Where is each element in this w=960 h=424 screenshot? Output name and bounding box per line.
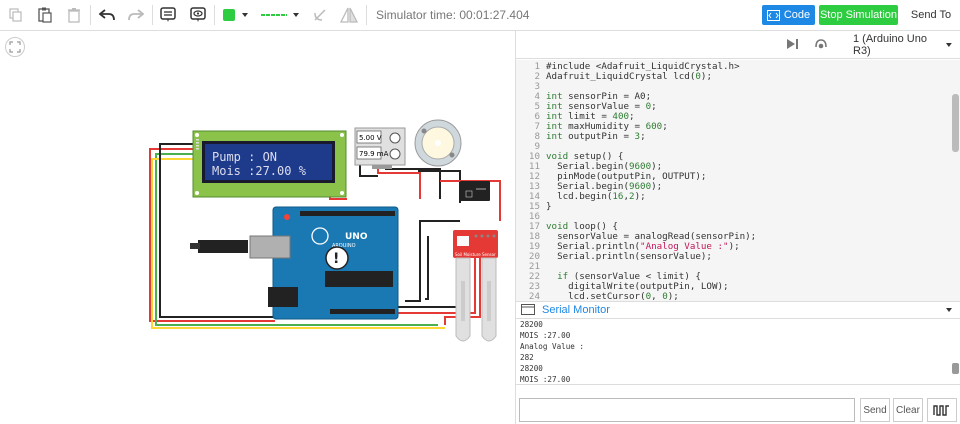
wire-line-icon [260, 14, 287, 16]
dc-motor [414, 119, 462, 167]
chevron-down-icon [242, 13, 248, 17]
serial-clear-button[interactable]: Clear [893, 398, 923, 422]
arduino-board: UNO ARDUINO ! [190, 206, 399, 320]
serial-send-button[interactable]: Send [860, 398, 890, 422]
serial-output-line: 28200 [520, 364, 543, 373]
fill-color-swatch [223, 9, 235, 21]
step-icon[interactable] [786, 38, 800, 53]
lcd-module: Pump : ON Mois :27.00 % [192, 130, 347, 198]
chevron-down-icon [946, 43, 953, 47]
serial-output: 28200 MOIS :27.00 Analog Value : 282 28200 MO… [516, 319, 960, 385]
graph-toggle-button[interactable] [927, 398, 957, 422]
annotation-icon[interactable] [156, 4, 180, 26]
lcd-line-1: Pump : ON [212, 150, 277, 164]
redo-icon[interactable] [124, 4, 148, 26]
copy-icon[interactable] [4, 4, 28, 26]
chevron-down-icon [292, 13, 299, 17]
serial-output-line: Analog Value : [520, 342, 585, 351]
serial-output-line: 28200 [520, 320, 543, 329]
wire-style-picker[interactable] [258, 4, 302, 26]
code-panel: 1 (Arduino Uno R3) 1 2 3 4 5 6 7 8 9 10 11 12 13 14 15… [515, 31, 960, 424]
code-button-label: Code [783, 9, 811, 21]
power-current: 79.9 mA [359, 150, 389, 158]
line-numbers: 1 2 3 4 5 6 7 8 9 10 11 12 13 14 15 16 17 18 19 20 21 22 23 24 [516, 62, 540, 302]
monitor-icon [521, 304, 535, 315]
code-icon [766, 9, 780, 21]
simulator-time: Simulator time: 00:01:27.404 [376, 8, 530, 22]
code-line[interactable]: Serial.println(sensorValue); [546, 252, 756, 262]
notes-visibility-icon[interactable] [186, 4, 210, 26]
board-select-value: 1 (Arduino Uno R3) [853, 33, 927, 57]
code-editor[interactable]: 1 2 3 4 5 6 7 8 9 10 11 12 13 14 15 16 17 18 19 20 21 22 23 24 … [516, 60, 960, 331]
warning-symbol: ! [333, 251, 339, 267]
code-text[interactable]: #include <Adafruit_LiquidCrystal.h> Adafr… [546, 62, 756, 302]
delete-icon[interactable] [62, 4, 86, 26]
toolbar: Simulator time: 00:01:27.404 Code Stop S… [0, 0, 960, 31]
arduino-uno-label: UNO [345, 232, 368, 242]
serial-output-line: MOIS :27.00 [520, 331, 571, 340]
code-panel-header: 1 (Arduino Uno R3) [516, 31, 960, 59]
fill-color-picker[interactable] [218, 4, 254, 26]
serial-scrollbar[interactable] [952, 363, 959, 374]
serial-monitor-title: Serial Monitor [542, 304, 610, 316]
code-line[interactable]: int outputPin = 3; [546, 132, 756, 142]
flip-icon[interactable] [337, 4, 361, 26]
send-to-button[interactable]: Send To [906, 5, 956, 25]
chevron-down-icon[interactable] [945, 307, 953, 313]
circuit-diagram: Pump : ON Mois :27.00 % 5.00 V 79.9 mA U… [149, 119, 501, 342]
paste-icon[interactable] [33, 4, 57, 26]
relay [460, 181, 490, 201]
serial-output-line: 282 [520, 353, 534, 362]
lcd-line-2: Mois :27.00 % [212, 164, 307, 178]
code-button[interactable]: Code [762, 5, 815, 25]
circuit-canvas[interactable]: Pump : ON Mois :27.00 % 5.00 V 79.9 mA U… [0, 31, 515, 424]
code-line[interactable]: } [546, 202, 756, 212]
debug-icon[interactable] [814, 38, 828, 53]
power-voltage: 5.00 V [359, 134, 382, 142]
sensor-label: Soil Moisture Sensor [455, 252, 496, 257]
waveform-icon [933, 405, 949, 416]
board-select[interactable]: 1 (Arduino Uno R3) [849, 33, 957, 57]
stop-simulation-button[interactable]: Stop Simulation [819, 5, 898, 25]
code-line[interactable]: Adafruit_LiquidCrystal lcd(0); [546, 72, 756, 82]
serial-monitor-header: Serial Monitor [516, 301, 960, 319]
editor-scrollbar[interactable] [952, 94, 959, 152]
serial-input[interactable] [519, 398, 855, 422]
code-line[interactable]: lcd.begin(16,2); [546, 192, 756, 202]
power-supply: 5.00 V 79.9 mA [354, 127, 406, 169]
undo-icon[interactable] [95, 4, 119, 26]
serial-output-line: MOIS :27.00 [520, 375, 571, 384]
rotate-icon[interactable] [308, 4, 332, 26]
